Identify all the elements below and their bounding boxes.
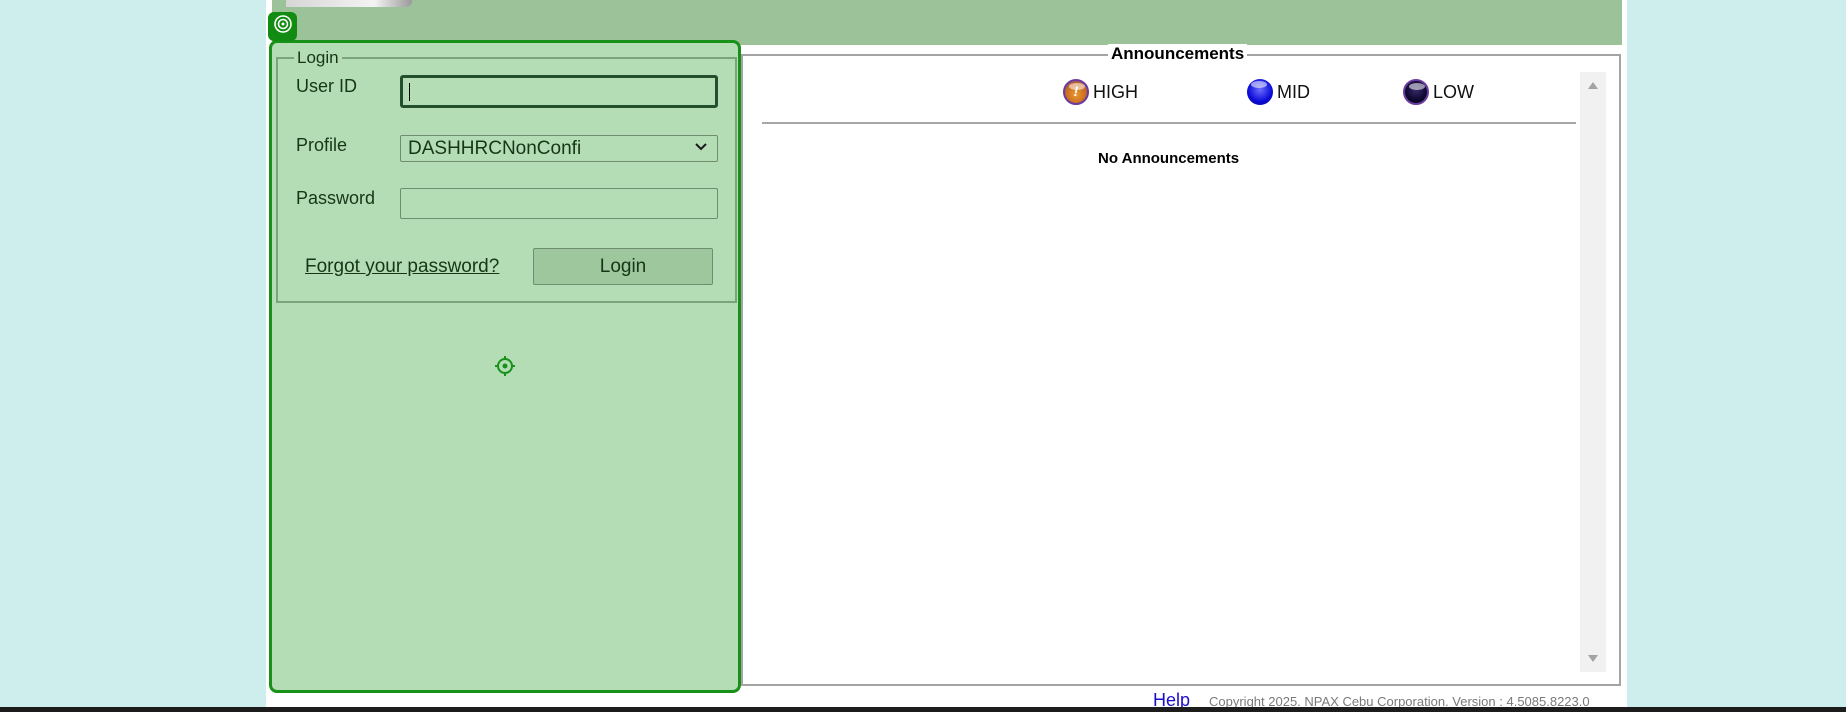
logo-fragment xyxy=(286,0,412,7)
low-priority-icon xyxy=(1403,79,1429,105)
announcements-title: Announcements xyxy=(1108,44,1248,64)
announcements-scrollbar[interactable] xyxy=(1580,72,1606,672)
text-caret xyxy=(409,83,410,101)
crosshair-icon[interactable] xyxy=(494,355,516,382)
userid-label: User ID xyxy=(296,76,358,96)
legend-low-label: LOW xyxy=(1433,81,1475,102)
announcements-divider xyxy=(762,122,1576,124)
profile-value: DASHHRCNonConfi xyxy=(408,138,582,159)
legend-mid: MID xyxy=(1247,79,1310,105)
high-priority-icon: ! xyxy=(1063,79,1089,105)
mid-priority-icon xyxy=(1247,79,1273,105)
legend-mid-label: MID xyxy=(1277,81,1310,102)
bottom-edge-bar xyxy=(0,707,1846,712)
password-input[interactable] xyxy=(400,188,718,219)
no-announcements-text: No Announcements xyxy=(1098,150,1240,167)
legend-low: LOW xyxy=(1403,79,1474,105)
login-legend: Login xyxy=(297,48,339,67)
legend-high-label: HIGH xyxy=(1093,81,1138,102)
login-button[interactable]: Login xyxy=(533,248,713,285)
panel-badge[interactable] xyxy=(268,12,297,41)
announcements-panel xyxy=(741,54,1621,686)
profile-select[interactable]: DASHHRCNonConfi xyxy=(400,135,718,162)
profile-label: Profile xyxy=(296,135,348,155)
legend-high: ! HIGH xyxy=(1063,79,1138,105)
chevron-down-icon xyxy=(693,139,709,161)
forgot-password-link[interactable]: Forgot your password? xyxy=(305,256,499,278)
header-bar xyxy=(272,0,1622,45)
password-label: Password xyxy=(296,188,376,208)
target-circle-icon xyxy=(273,14,293,39)
scroll-down-icon[interactable] xyxy=(1588,655,1598,662)
userid-input[interactable] xyxy=(400,75,718,108)
scroll-up-icon[interactable] xyxy=(1588,82,1598,89)
